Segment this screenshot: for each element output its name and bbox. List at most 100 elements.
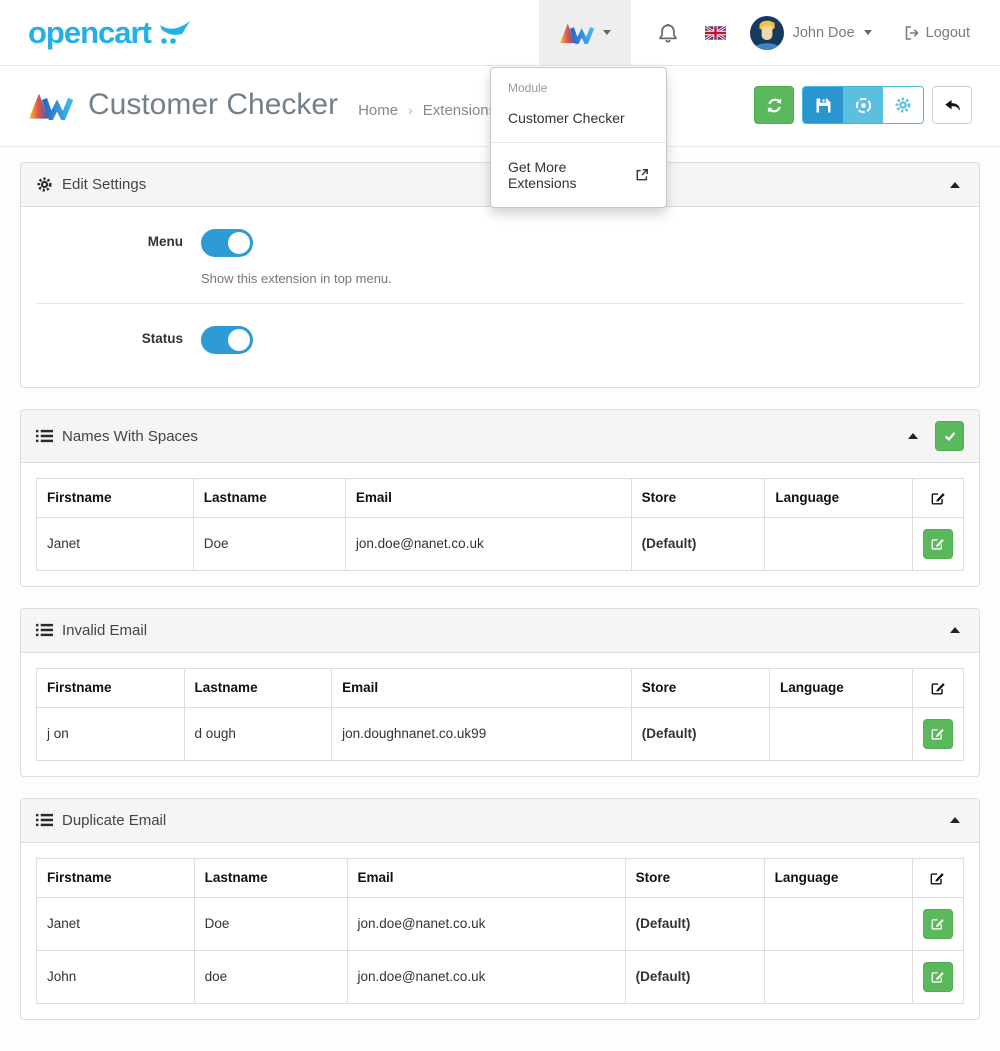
user-menu-toggle[interactable]: John Doe	[750, 16, 872, 50]
cell-email: jon.doe@nanet.co.uk	[347, 897, 625, 950]
edit-icon	[931, 680, 946, 695]
toggle-knob	[228, 232, 250, 254]
navbar-right: John Doe Logout	[539, 0, 1000, 65]
list-icon	[36, 429, 53, 443]
cell-lastname: Doe	[194, 897, 347, 950]
gear-icon	[894, 96, 912, 114]
cell-email: jon.doe@nanet.co.uk	[345, 517, 631, 570]
cell-language	[764, 950, 912, 1003]
col-edit	[913, 668, 964, 707]
check-icon	[943, 429, 957, 443]
names-with-spaces-heading: Names With Spaces	[21, 410, 979, 463]
edit-icon	[930, 870, 945, 885]
table-row: Janet Doe jon.doe@nanet.co.uk (Default)	[37, 897, 964, 950]
content-area: Edit Settings Menu Show this extension i…	[0, 147, 1000, 1051]
menu-setting-help: Show this extension in top menu.	[201, 271, 964, 286]
col-firstname: Firstname	[37, 858, 195, 897]
page-title-wrap: Customer Checker Home › Extensions	[28, 88, 496, 122]
edit-row-button[interactable]	[923, 529, 953, 559]
chevron-down-icon	[603, 30, 611, 35]
edit-row-button[interactable]	[923, 962, 953, 992]
back-arrow-icon	[943, 96, 961, 114]
menu-setting-label: Menu	[36, 229, 201, 286]
table-header-row: Firstname Lastname Email Store Language	[37, 858, 964, 897]
refresh-icon	[765, 96, 784, 115]
cell-lastname: Doe	[193, 517, 345, 570]
module-dropdown-menu: Module Customer Checker Get More Extensi…	[490, 67, 667, 208]
language-selector[interactable]	[705, 26, 726, 40]
edit-settings-body: Menu Show this extension in top menu. St…	[21, 207, 979, 387]
panel-title: Duplicate Email	[62, 812, 166, 829]
cell-language	[765, 517, 913, 570]
cell-language	[769, 707, 912, 760]
col-store: Store	[625, 858, 764, 897]
col-lastname: Lastname	[184, 668, 332, 707]
invalid-email-heading: Invalid Email	[21, 609, 979, 653]
opencart-cart-icon	[157, 19, 193, 46]
menu-item-label: Get More Extensions	[508, 159, 628, 191]
breadcrumb-separator: ›	[408, 102, 413, 118]
opencart-logo[interactable]: opencart	[28, 15, 193, 51]
chevron-up-icon	[908, 433, 918, 439]
col-store: Store	[631, 668, 769, 707]
menu-item-label: Customer Checker	[508, 110, 625, 126]
collapse-panel-button[interactable]	[904, 429, 922, 443]
col-firstname: Firstname	[37, 668, 185, 707]
col-edit	[913, 479, 964, 518]
col-email: Email	[332, 668, 632, 707]
cell-store: (Default)	[631, 707, 769, 760]
status-setting-label: Status	[36, 326, 201, 357]
cell-email: jon.doughnanet.co.uk99	[332, 707, 632, 760]
cell-store: (Default)	[625, 950, 764, 1003]
panel-title: Edit Settings	[62, 176, 146, 193]
module-dropdown-toggle[interactable]	[539, 0, 631, 65]
refresh-button[interactable]	[754, 86, 794, 124]
edit-row-button[interactable]	[923, 909, 953, 939]
col-lastname: Lastname	[193, 479, 345, 518]
notifications-button[interactable]	[657, 21, 679, 45]
form-divider	[36, 303, 964, 304]
menu-item-get-more-extensions[interactable]: Get More Extensions	[491, 151, 666, 199]
names-with-spaces-panel: Names With Spaces Firstname Lastna	[20, 409, 980, 587]
chevron-up-icon	[950, 627, 960, 633]
edit-row-button[interactable]	[923, 719, 953, 749]
table-header-row: Firstname Lastname Email Store Language	[37, 668, 964, 707]
breadcrumb-home[interactable]: Home	[358, 102, 398, 119]
chevron-down-icon	[864, 30, 872, 35]
approve-all-button[interactable]	[935, 421, 964, 451]
collapse-panel-button[interactable]	[946, 813, 964, 827]
table-row: John doe jon.doe@nanet.co.uk (Default)	[37, 950, 964, 1003]
logout-button[interactable]: Logout	[902, 24, 970, 42]
circle-target-icon	[854, 96, 873, 115]
list-icon	[36, 623, 53, 637]
menu-setting-row: Menu Show this extension in top menu.	[36, 229, 964, 286]
cell-language	[764, 897, 912, 950]
save-icon	[815, 97, 832, 114]
edit-icon	[931, 917, 945, 931]
menu-item-customer-checker[interactable]: Customer Checker	[491, 102, 666, 134]
user-name: John Doe	[793, 25, 855, 41]
save-button-group	[802, 86, 924, 124]
menu-toggle[interactable]	[201, 229, 253, 257]
collapse-panel-button[interactable]	[946, 623, 964, 637]
col-language: Language	[769, 668, 912, 707]
header-action-buttons	[754, 86, 972, 124]
table-header-row: Firstname Lastname Email Store Language	[37, 479, 964, 518]
cell-firstname: j on	[37, 707, 185, 760]
menu-divider	[491, 142, 666, 143]
status-toggle[interactable]	[201, 326, 253, 354]
cell-firstname: Janet	[37, 517, 194, 570]
col-store: Store	[631, 479, 765, 518]
settings-button[interactable]	[883, 87, 923, 123]
duplicate-email-table: Firstname Lastname Email Store Language	[36, 858, 964, 1004]
save-and-stay-button[interactable]	[843, 87, 883, 123]
cell-lastname: d ough	[184, 707, 332, 760]
back-button[interactable]	[932, 86, 972, 124]
duplicate-email-panel: Duplicate Email Firstname Lastname Email…	[20, 798, 980, 1020]
collapse-panel-button[interactable]	[946, 178, 964, 192]
edit-icon	[931, 537, 945, 551]
save-button[interactable]	[803, 87, 843, 123]
status-setting-row: Status	[36, 326, 964, 357]
breadcrumb-extensions[interactable]: Extensions	[423, 102, 496, 119]
avatar	[750, 16, 784, 50]
